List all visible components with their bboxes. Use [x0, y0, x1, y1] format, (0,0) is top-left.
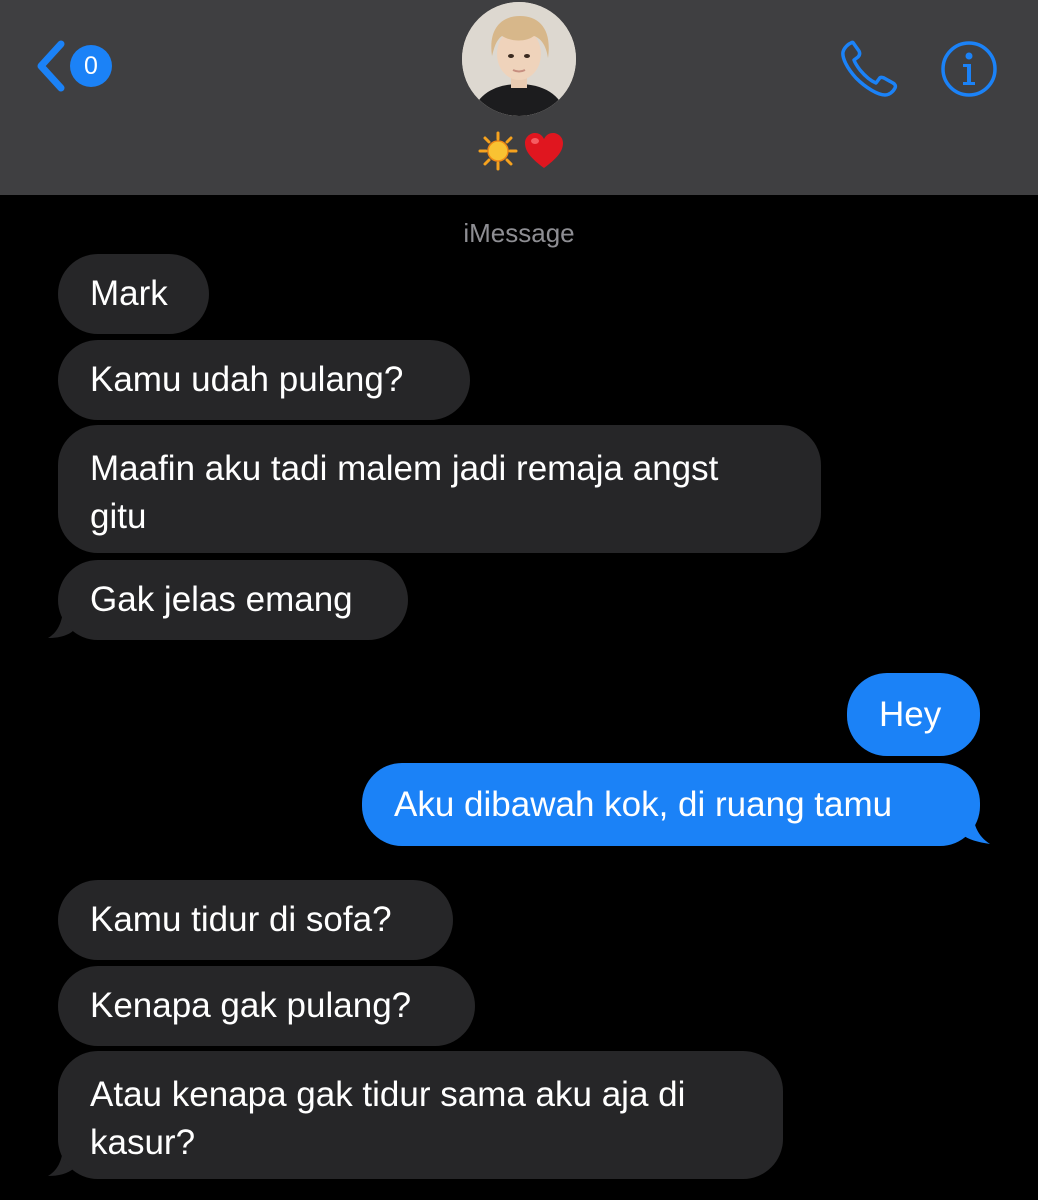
heart-icon — [525, 133, 563, 168]
contact-avatar[interactable] — [462, 2, 576, 116]
conversation-header: 0 — [0, 0, 1038, 195]
message-text-line: kasur? — [90, 1123, 196, 1162]
message-bubble-incoming[interactable]: Maafin aku tadi malem jadi remaja angst … — [58, 425, 821, 553]
message-text: Gak jelas emang — [90, 580, 353, 619]
avatar-image — [462, 2, 576, 116]
message-bubble-incoming[interactable]: Mark — [58, 254, 209, 334]
phone-icon[interactable] — [838, 38, 900, 100]
unread-count-badge: 0 — [70, 45, 112, 87]
message-text: Kamu udah pulang? — [90, 360, 404, 399]
message-bubble-incoming[interactable]: Atau kenapa gak tidur sama aku aja di ka… — [58, 1051, 783, 1179]
chevron-left-icon — [37, 40, 65, 92]
message-text: Kenapa gak pulang? — [90, 986, 412, 1025]
info-icon[interactable] — [940, 40, 998, 98]
message-bubble-outgoing[interactable]: Hey — [847, 673, 980, 756]
message-bubble-incoming[interactable]: Kenapa gak pulang? — [58, 966, 475, 1046]
message-text-line: Atau kenapa gak tidur sama aku aja di — [90, 1075, 686, 1114]
message-bubble-incoming[interactable]: Gak jelas emang — [58, 560, 408, 640]
message-bubble-outgoing[interactable]: Aku dibawah kok, di ruang tamu — [362, 763, 980, 846]
message-text-line: gitu — [90, 497, 147, 536]
message-text: Mark — [90, 274, 168, 313]
contact-status-emojis[interactable] — [478, 128, 568, 174]
message-text: Kamu tidur di sofa? — [90, 900, 392, 939]
message-text: Aku dibawah kok, di ruang tamu — [394, 784, 893, 824]
message-bubble-incoming[interactable]: Kamu udah pulang? — [58, 340, 470, 420]
message-text: Hey — [879, 694, 942, 734]
service-label: iMessage — [463, 218, 575, 248]
message-text-line: Maafin aku tadi malem jadi remaja angst — [90, 449, 719, 488]
sun-icon — [478, 131, 518, 171]
message-bubble-incoming[interactable]: Kamu tidur di sofa? — [58, 880, 453, 960]
back-button[interactable]: 0 — [34, 38, 112, 94]
